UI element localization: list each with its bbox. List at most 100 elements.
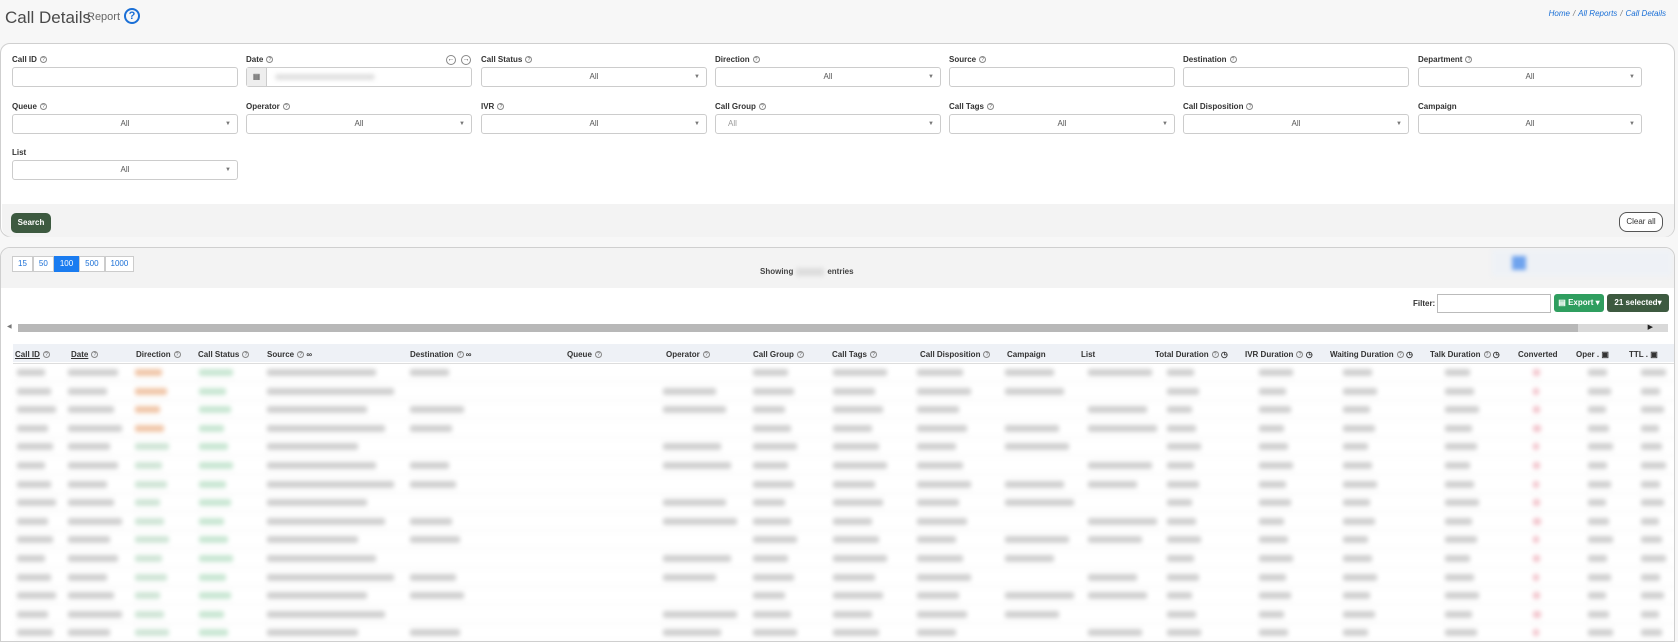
table-row[interactable]: [13, 383, 1674, 401]
call-tags-select[interactable]: All ▼: [949, 114, 1175, 134]
table-row[interactable]: [13, 476, 1674, 494]
call-id-input[interactable]: [12, 67, 238, 87]
table-filter-input[interactable]: [1437, 294, 1551, 313]
campaign-select[interactable]: All ▼: [1418, 114, 1642, 134]
table-row[interactable]: [13, 569, 1674, 587]
help-icon[interactable]: ?: [282, 103, 290, 111]
col-destination[interactable]: Destination? ∞: [410, 350, 472, 359]
table-cell: [1259, 499, 1291, 507]
table-cell: [1588, 462, 1608, 469]
table-row[interactable]: [13, 513, 1674, 531]
col-campaign[interactable]: Campaign: [1007, 350, 1046, 359]
col-total-duration[interactable]: Total Duration? ◷: [1155, 350, 1228, 359]
clear-all-button[interactable]: Clear all: [1619, 212, 1663, 232]
table-cell: [267, 555, 377, 562]
help-icon[interactable]: ?: [39, 103, 47, 111]
col-call-tags[interactable]: Call Tags?: [832, 350, 877, 359]
breadcrumb-home[interactable]: Home: [1549, 9, 1570, 18]
col-call-status[interactable]: Call Status?: [198, 350, 250, 359]
help-icon[interactable]: ?: [1465, 56, 1473, 64]
source-input[interactable]: [949, 67, 1175, 87]
columns-selected-label: 21 selected: [1614, 298, 1658, 307]
help-icon[interactable]: ?: [752, 56, 760, 64]
col-operator[interactable]: Operator?: [666, 350, 710, 359]
help-icon[interactable]: ?: [266, 56, 274, 64]
ivr-label: IVR?: [481, 102, 505, 111]
col-oper[interactable]: Oper . ▣: [1576, 350, 1609, 359]
table-row[interactable]: [13, 624, 1674, 641]
page-header: Call Details Report ? Home / All Reports / C…: [0, 0, 1678, 42]
table-cell: [917, 406, 960, 414]
help-icon[interactable]: ?: [39, 56, 47, 64]
col-operator-label: Operator: [666, 350, 700, 359]
help-icon[interactable]: ?: [525, 56, 533, 64]
help-icon[interactable]: ?: [979, 56, 987, 64]
col-source[interactable]: Source? ∞: [267, 350, 312, 359]
breadcrumb-current[interactable]: Call Details: [1626, 9, 1666, 18]
columns-selected-button[interactable]: 21 selected▾: [1607, 294, 1669, 312]
department-select[interactable]: All ▼: [1418, 67, 1642, 87]
page-size-50[interactable]: 50: [32, 256, 54, 272]
page-size-100[interactable]: 100: [53, 256, 80, 272]
col-waiting-duration[interactable]: Waiting Duration? ◷: [1330, 350, 1413, 359]
destination-input[interactable]: [1183, 67, 1409, 87]
table-row[interactable]: [13, 457, 1674, 475]
table-cell: [1343, 462, 1373, 469]
col-call-disposition[interactable]: Call Disposition?: [920, 350, 991, 359]
call-group-select[interactable]: All ▼: [715, 114, 941, 134]
table-row[interactable]: [13, 531, 1674, 550]
table-row[interactable]: [13, 494, 1674, 513]
col-talk-duration[interactable]: Talk Duration? ◷: [1430, 350, 1500, 359]
scrollbar-thumb[interactable]: [18, 324, 1578, 332]
call-status-select[interactable]: All ▼: [481, 67, 707, 87]
page-size-1000[interactable]: 1000: [104, 256, 135, 272]
scroll-left-icon[interactable]: ◀: [7, 323, 12, 330]
table-row[interactable]: [13, 438, 1674, 457]
table-row[interactable]: [13, 587, 1674, 606]
col-ivr-duration[interactable]: IVR Duration? ◷: [1245, 350, 1313, 359]
direction-select[interactable]: All ▼: [715, 67, 941, 87]
list-select[interactable]: All ▼: [12, 160, 238, 180]
col-list[interactable]: List: [1081, 350, 1095, 359]
help-icon[interactable]: ?: [1229, 56, 1237, 64]
table-cell: [1259, 480, 1286, 488]
table-cell: [1259, 536, 1289, 544]
col-converted[interactable]: Converted: [1518, 350, 1558, 359]
table-row[interactable]: [13, 401, 1674, 420]
date-prev-icon[interactable]: ←: [446, 55, 456, 65]
page-size-500[interactable]: 500: [79, 256, 105, 272]
breadcrumb-all-reports[interactable]: All Reports: [1578, 9, 1617, 18]
page-size-15[interactable]: 15: [12, 256, 33, 272]
call-disposition-select[interactable]: All ▼: [1183, 114, 1409, 134]
scroll-right-icon[interactable]: ▶: [1648, 323, 1653, 331]
export-button[interactable]: ▤ Export ▾: [1554, 294, 1604, 312]
table-row[interactable]: [13, 420, 1674, 438]
help-icon[interactable]: ?: [986, 103, 994, 111]
col-queue[interactable]: Queue?: [567, 350, 602, 359]
link-icon: ∞: [306, 350, 313, 359]
table-cell: [1005, 592, 1074, 600]
table-row[interactable]: [13, 364, 1674, 382]
date-next-icon[interactable]: →: [461, 55, 471, 65]
call-status-label-text: Call Status: [481, 55, 523, 64]
col-call-id[interactable]: Call ID?: [15, 350, 50, 359]
queue-select[interactable]: All ▼: [12, 114, 238, 134]
col-call-group[interactable]: Call Group?: [753, 350, 804, 359]
help-icon[interactable]: ?: [497, 103, 505, 111]
col-ttl[interactable]: TTL . ▣: [1629, 350, 1658, 359]
operator-select[interactable]: All ▼: [246, 114, 472, 134]
search-button[interactable]: Search: [11, 213, 51, 233]
help-icon[interactable]: ?: [758, 103, 766, 111]
pagination-active-page[interactable]: [1512, 256, 1526, 270]
col-date[interactable]: Date?: [71, 350, 99, 359]
pagination[interactable]: [1492, 250, 1672, 276]
col-direction[interactable]: Direction?: [136, 350, 181, 359]
help-icon[interactable]: ?: [1246, 103, 1254, 111]
ivr-select[interactable]: All ▼: [481, 114, 707, 134]
help-icon[interactable]: ?: [124, 8, 140, 24]
date-range-input[interactable]: ▦: [246, 67, 472, 87]
horizontal-scrollbar[interactable]: ◀ ▶: [4, 323, 1674, 333]
table-cell: [1167, 573, 1199, 581]
table-row[interactable]: [13, 550, 1674, 568]
table-row[interactable]: [13, 606, 1674, 624]
